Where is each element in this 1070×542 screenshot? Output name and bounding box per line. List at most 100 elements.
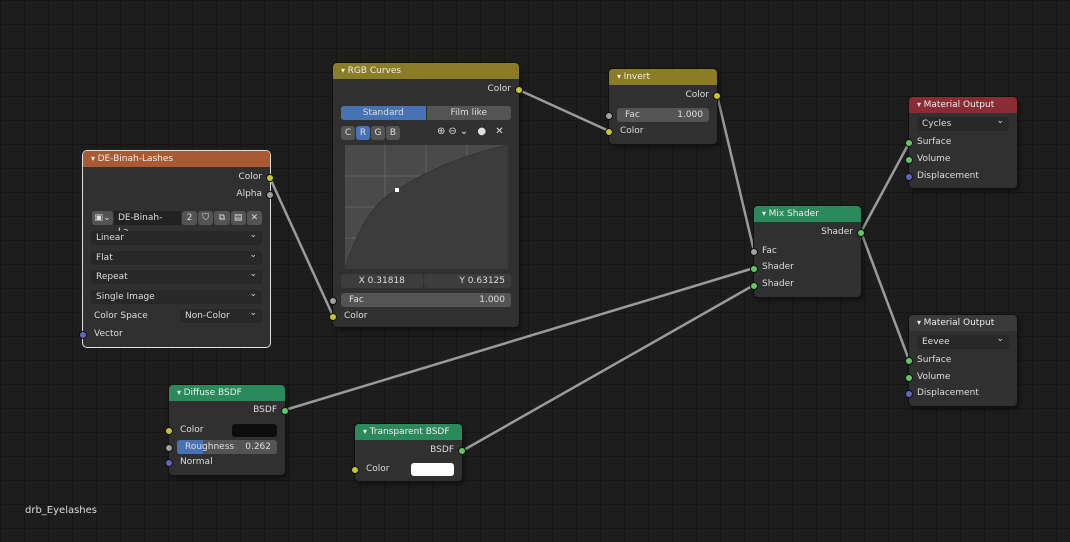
socket-displacement-in[interactable] bbox=[905, 390, 913, 398]
node-header[interactable]: Diffuse BSDF bbox=[169, 385, 285, 401]
clipping-icon[interactable]: ● bbox=[477, 126, 489, 137]
socket-fac-in[interactable] bbox=[750, 248, 758, 256]
socket-shader-2-in[interactable] bbox=[750, 282, 758, 290]
socket-alpha-out[interactable] bbox=[266, 191, 274, 199]
input-surface-label: Surface bbox=[917, 355, 952, 365]
output-bsdf-label: BSDF bbox=[430, 445, 454, 455]
channel-c[interactable]: C bbox=[341, 126, 355, 140]
close-icon[interactable]: ✕ bbox=[246, 211, 262, 225]
tab-film-like[interactable]: Film like bbox=[426, 106, 511, 120]
zoom-in-icon[interactable]: ⊕ bbox=[437, 126, 448, 137]
socket-bsdf-out[interactable] bbox=[458, 447, 466, 455]
reset-icon[interactable]: ✕ bbox=[495, 126, 506, 137]
socket-color-out[interactable] bbox=[515, 86, 523, 94]
roughness-slider[interactable]: Roughness 0.262 bbox=[177, 440, 277, 454]
input-displacement-label: Displacement bbox=[917, 171, 979, 181]
output-shader-label: Shader bbox=[821, 227, 853, 237]
source-dropdown[interactable]: Single Image bbox=[91, 287, 262, 304]
socket-color-in[interactable] bbox=[329, 313, 337, 321]
chevron-down-icon[interactable]: ⌄ bbox=[460, 126, 471, 137]
channel-r[interactable]: R bbox=[356, 126, 370, 140]
node-header[interactable]: Transparent BSDF bbox=[355, 424, 462, 440]
output-color-label: Color bbox=[685, 90, 710, 100]
socket-volume-in[interactable] bbox=[905, 156, 913, 164]
image-name-field[interactable]: DE-Binah-La... bbox=[113, 211, 181, 237]
link-mix-to-output2 bbox=[859, 231, 911, 361]
duplicate-icon[interactable]: ⧉ bbox=[214, 211, 230, 225]
roughness-value: 0.262 bbox=[245, 442, 271, 452]
color-swatch[interactable] bbox=[411, 463, 454, 476]
users-count[interactable]: 2 bbox=[181, 211, 198, 225]
node-header[interactable]: Mix Shader bbox=[754, 206, 861, 222]
diffuse-bsdf-node[interactable]: Diffuse BSDF BSDF Color Roughness 0.262 … bbox=[165, 385, 289, 475]
socket-shader-out[interactable] bbox=[857, 229, 865, 237]
fac-slider[interactable]: Fac 1.000 bbox=[341, 293, 511, 307]
transparent-bsdf-node[interactable]: Transparent BSDF BSDF Color bbox=[351, 424, 466, 481]
input-normal-label: Normal bbox=[180, 457, 213, 467]
socket-color-out[interactable] bbox=[266, 174, 274, 182]
socket-fac-in[interactable] bbox=[329, 297, 337, 305]
curve-tools: ⊕⊖⌄ ● ✕ bbox=[437, 126, 507, 137]
input-volume-label: Volume bbox=[917, 154, 951, 164]
node-header[interactable]: Material Output bbox=[909, 97, 1017, 113]
curve-editor[interactable] bbox=[345, 145, 508, 269]
fac-value: 1.000 bbox=[479, 295, 505, 305]
rgb-curves-node[interactable]: RGB Curves Color Standard Film like C R … bbox=[329, 63, 523, 327]
node-header[interactable]: DE-Binah-Lashes bbox=[83, 151, 270, 167]
fac-label: Fac bbox=[625, 110, 640, 120]
socket-surface-in[interactable] bbox=[905, 357, 913, 365]
socket-vector-in[interactable] bbox=[79, 331, 87, 339]
input-displacement-label: Displacement bbox=[917, 388, 979, 398]
socket-color-in[interactable] bbox=[351, 466, 359, 474]
roughness-label: Roughness bbox=[185, 442, 235, 452]
projection-dropdown[interactable]: Flat bbox=[91, 248, 262, 265]
socket-color-out[interactable] bbox=[713, 92, 721, 100]
extension-dropdown[interactable]: Repeat bbox=[91, 267, 262, 284]
output-bsdf-label: BSDF bbox=[253, 405, 277, 415]
x-value-field[interactable]: X 0.31818 bbox=[341, 274, 423, 288]
material-output-eevee-node[interactable]: Material Output Eevee Surface Volume Dis… bbox=[905, 315, 1017, 406]
fake-user-shield-icon[interactable]: ⛉ bbox=[198, 211, 214, 225]
socket-color-in[interactable] bbox=[605, 128, 613, 136]
output-color-label: Color bbox=[487, 84, 512, 94]
material-name-label: drb_Eyelashes bbox=[25, 505, 98, 516]
open-folder-icon[interactable]: ▤ bbox=[230, 211, 246, 225]
channel-b[interactable]: B bbox=[386, 126, 400, 140]
socket-surface-in[interactable] bbox=[905, 139, 913, 147]
image-selector: ▣⌄ DE-Binah-La... 2 ⛉ ⧉ ▤ ✕ bbox=[92, 211, 262, 237]
target-dropdown[interactable]: Eevee bbox=[917, 332, 1009, 349]
y-value-field[interactable]: Y 0.63125 bbox=[423, 274, 511, 288]
socket-shader-1-in[interactable] bbox=[750, 265, 758, 273]
output-color-label: Color bbox=[238, 172, 263, 182]
color-space-dropdown[interactable]: Non-Color bbox=[180, 306, 262, 323]
socket-normal-in[interactable] bbox=[165, 459, 173, 467]
input-shader-1-label: Shader bbox=[762, 262, 794, 272]
mix-shader-node[interactable]: Mix Shader Shader Fac Shader Shader bbox=[750, 206, 865, 297]
image-browse-icon[interactable]: ▣⌄ bbox=[92, 211, 113, 225]
input-color-label: Color bbox=[344, 311, 368, 321]
input-color-label: Color bbox=[620, 126, 644, 136]
input-surface-label: Surface bbox=[917, 137, 952, 147]
material-output-cycles-node[interactable]: Material Output Cycles Surface Volume Di… bbox=[905, 97, 1017, 188]
link-curves-to-invert bbox=[518, 88, 610, 133]
socket-bsdf-out[interactable] bbox=[281, 407, 289, 415]
socket-displacement-in[interactable] bbox=[905, 173, 913, 181]
tab-standard[interactable]: Standard bbox=[341, 106, 426, 120]
color-swatch[interactable] bbox=[232, 424, 277, 437]
node-header[interactable]: Material Output bbox=[909, 315, 1017, 331]
curve-type-tabs: Standard Film like bbox=[341, 106, 511, 120]
socket-volume-in[interactable] bbox=[905, 374, 913, 382]
node-header[interactable]: RGB Curves bbox=[333, 63, 519, 79]
zoom-out-icon[interactable]: ⊖ bbox=[448, 126, 459, 137]
image-texture-node[interactable]: DE-Binah-Lashes Color Alpha ▣⌄ DE-Binah-… bbox=[79, 151, 274, 347]
socket-fac-in[interactable] bbox=[605, 112, 613, 120]
node-header[interactable]: Invert bbox=[609, 69, 717, 85]
socket-color-in[interactable] bbox=[165, 427, 173, 435]
input-vector-label: Vector bbox=[94, 329, 123, 339]
interpolation-dropdown[interactable]: Linear bbox=[91, 228, 262, 245]
channel-g[interactable]: G bbox=[371, 126, 385, 140]
fac-slider[interactable]: Fac 1.000 bbox=[617, 108, 709, 122]
invert-node[interactable]: Invert Color Fac 1.000 Color bbox=[605, 69, 721, 144]
target-dropdown[interactable]: Cycles bbox=[917, 114, 1009, 131]
socket-roughness-in[interactable] bbox=[165, 444, 173, 452]
